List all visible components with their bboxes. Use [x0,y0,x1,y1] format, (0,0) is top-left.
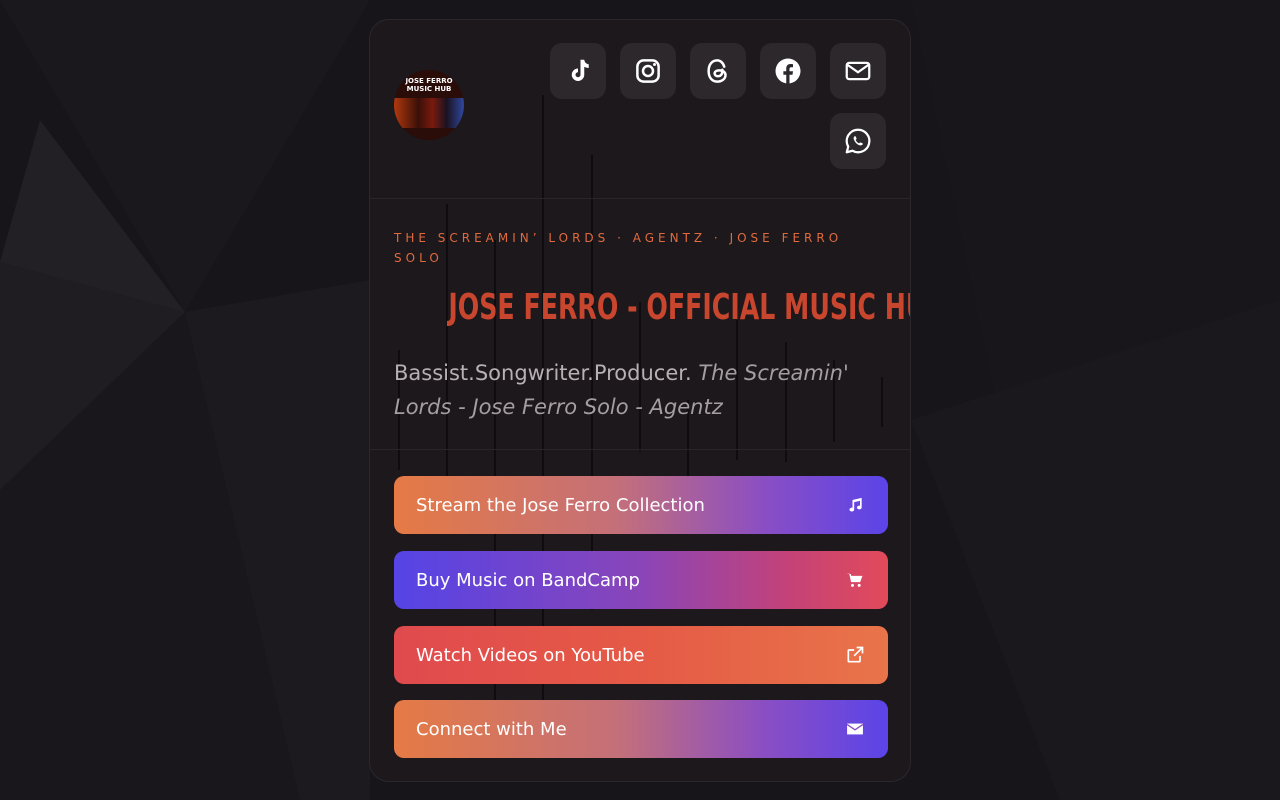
profile-card: JOSE FERRO MUSIC HUB THE SCREAMIN’ LORDS… [369,19,911,782]
tiktok-icon [571,59,589,81]
bio: Bassist.Songwriter.Producer. The Screami… [394,356,888,424]
page-title: JOSE FERRO - OFFICIAL MUSIC HUB [448,287,911,328]
profile-about: THE SCREAMIN’ LORDS · AGENTZ · JOSE FERR… [370,198,910,450]
facebook-icon [775,58,801,84]
facebook-button[interactable] [760,43,816,99]
avatar-text: JOSE FERRO MUSIC HUB [405,77,453,93]
band-kicker: THE SCREAMIN’ LORDS · AGENTZ · JOSE FERR… [394,231,843,265]
whatsapp-icon [845,128,871,154]
music-note-icon [844,494,866,516]
avatar-artwork [394,98,464,128]
whatsapp-button[interactable] [830,113,886,169]
stream-collection-button[interactable]: Stream the Jose Ferro Collection [394,476,888,534]
mail-icon [845,61,871,81]
profile-header: JOSE FERRO MUSIC HUB [370,20,910,199]
contact-button[interactable]: Connect with Me [394,700,888,758]
tiktok-button[interactable] [550,43,606,99]
cart-icon [844,569,866,591]
youtube-button[interactable]: Watch Videos on YouTube [394,626,888,684]
instagram-button[interactable] [620,43,676,99]
link-label: Stream the Jose Ferro Collection [416,494,705,516]
threads-button[interactable] [690,43,746,99]
envelope-icon [844,718,866,740]
avatar: JOSE FERRO MUSIC HUB [394,70,464,140]
link-label: Connect with Me [416,718,567,740]
link-label: Watch Videos on YouTube [416,644,645,666]
link-label: Buy Music on BandCamp [416,569,640,591]
instagram-icon [636,59,660,83]
threads-icon [707,59,727,83]
bandcamp-button[interactable]: Buy Music on BandCamp [394,551,888,609]
bio-roles: Bassist.Songwriter.Producer. [394,361,692,385]
external-link-icon [844,644,866,666]
email-button[interactable] [830,43,886,99]
